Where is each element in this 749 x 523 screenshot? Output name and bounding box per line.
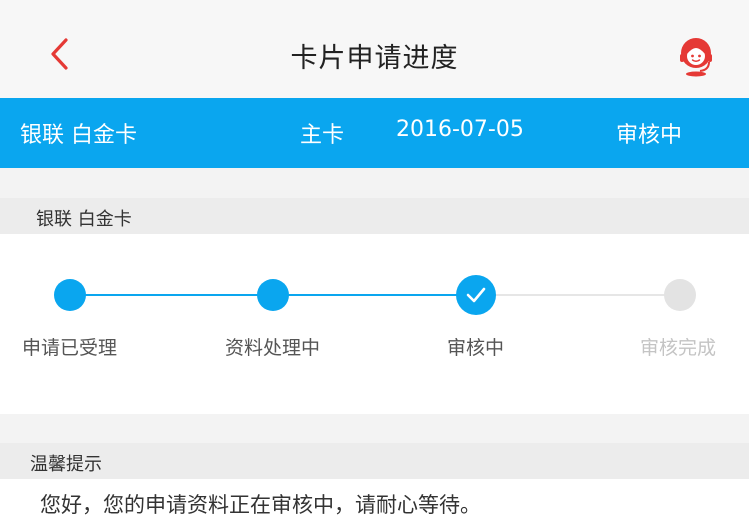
step-dot-pending: [664, 279, 696, 311]
application-status: 审核中: [616, 123, 683, 148]
step-label-accepted: 申请已受理: [22, 337, 118, 359]
tips-section-header: 温馨提示: [0, 443, 749, 479]
step-label-reviewing: 审核中: [447, 337, 505, 359]
section-title: 温馨提示: [30, 454, 102, 475]
application-date: 2016-07-05: [396, 117, 524, 142]
card-type: 主卡: [300, 123, 345, 148]
page-title: 卡片申请进度: [290, 43, 459, 74]
section-title: 银联 白金卡: [36, 209, 132, 230]
step-dot-completed: [54, 279, 86, 311]
progress-line-pending: [476, 294, 680, 296]
checkmark-icon: [466, 287, 486, 303]
card-name: 银联 白金卡: [20, 123, 137, 148]
customer-service-icon: [680, 38, 712, 77]
step-dot-completed: [257, 279, 289, 311]
tips-panel: 您好，您的申请资料正在审核中，请耐心等待。: [0, 479, 749, 523]
progress-tracker: 申请已受理 资料处理中 审核中 审核完成: [0, 234, 749, 414]
progress-section-header: 银联 白金卡: [0, 198, 749, 234]
card-summary-bar: 银联 白金卡 主卡 2016-07-05 审核中: [0, 98, 749, 168]
step-dot-current: [456, 275, 496, 315]
customer-service-button[interactable]: [676, 34, 716, 78]
step-label-completed: 审核完成: [640, 337, 717, 359]
navigation-bar: 卡片申请进度: [0, 6, 749, 98]
step-label-processing: 资料处理中: [225, 337, 321, 359]
tip-message: 您好，您的申请资料正在审核中，请耐心等待。: [40, 493, 481, 517]
